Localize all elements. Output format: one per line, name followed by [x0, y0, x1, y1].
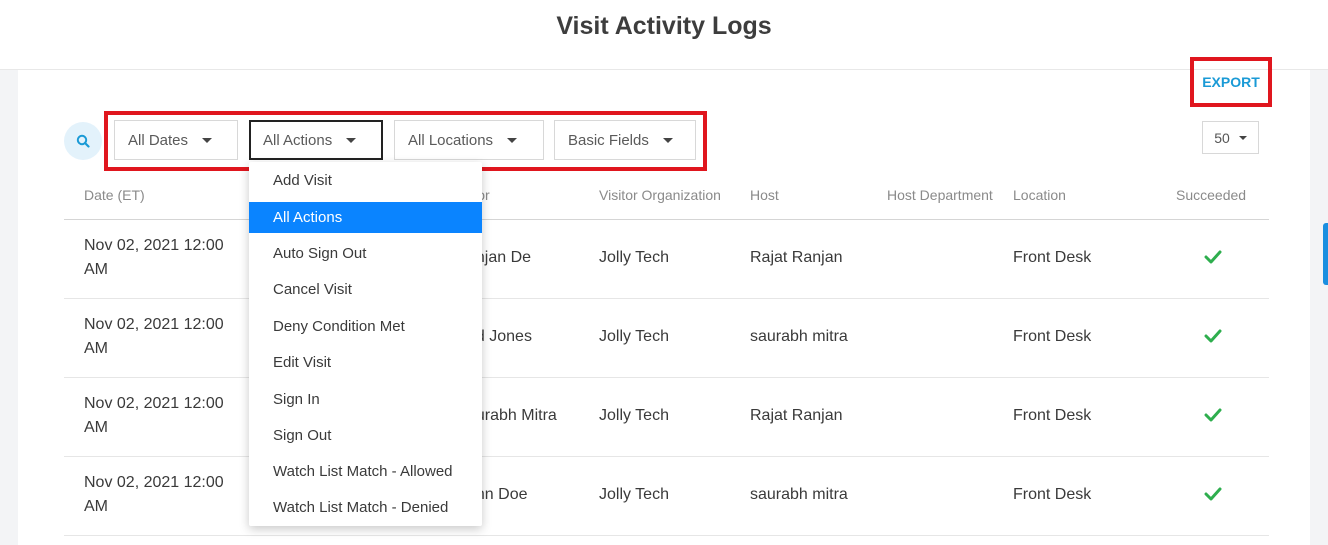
checkmark-icon — [1204, 329, 1222, 343]
menu-item-sign-out[interactable]: Sign Out — [249, 420, 482, 451]
table-row[interactable]: Nov 02, 2021 12:00 AM aurabh Mitra Jolly… — [64, 378, 1269, 457]
caret-down-icon — [202, 137, 213, 143]
org-cell: Jolly Tech — [599, 486, 669, 503]
caret-down-icon — [507, 137, 518, 143]
location-cell: Front Desk — [1013, 328, 1092, 345]
table-row[interactable]: Nov 02, 2021 12:00 AM anjan De Jolly Tec… — [64, 220, 1269, 299]
locations-filter-label: All Locations — [408, 131, 494, 149]
org-cell: Jolly Tech — [599, 249, 669, 266]
location-cell: Front Desk — [1013, 249, 1092, 266]
menu-item-all-actions[interactable]: All Actions — [249, 202, 482, 233]
header-visitor-organization[interactable]: Visitor Organization — [599, 187, 721, 203]
actions-filter[interactable]: All Actions — [249, 120, 383, 160]
table-row[interactable]: Nov 02, 2021 12:00 AM ohn Doe Jolly Tech… — [64, 457, 1269, 536]
menu-item-deny-condition-met[interactable]: Deny Condition Met — [249, 311, 482, 342]
menu-item-add-visit[interactable]: Add Visit — [249, 165, 482, 196]
host-cell: saurabh mitra — [750, 486, 848, 503]
header-host-department[interactable]: Host Department — [887, 187, 993, 203]
fields-filter-label: Basic Fields — [568, 131, 649, 149]
date-cell: Nov 02, 2021 12:00 AM — [84, 316, 224, 357]
locations-filter[interactable]: All Locations — [394, 120, 544, 160]
location-cell: Front Desk — [1013, 407, 1092, 424]
per-page-value: 50 — [1214, 129, 1230, 146]
date-cell: Nov 02, 2021 12:00 AM — [84, 474, 224, 515]
per-page-select[interactable]: 50 — [1202, 121, 1259, 154]
checkmark-icon — [1204, 408, 1222, 422]
scrollbar-handle[interactable] — [1323, 223, 1328, 285]
header-host[interactable]: Host — [750, 187, 779, 203]
actions-dropdown-menu: Add Visit All Actions Auto Sign Out Canc… — [249, 162, 482, 526]
menu-item-sign-in[interactable]: Sign In — [249, 384, 482, 415]
menu-item-cancel-visit[interactable]: Cancel Visit — [249, 274, 482, 305]
table-row[interactable]: Nov 02, 2021 12:00 AM ed Jones Jolly Tec… — [64, 299, 1269, 378]
location-cell: Front Desk — [1013, 486, 1092, 503]
menu-item-edit-visit[interactable]: Edit Visit — [249, 347, 482, 378]
dates-filter[interactable]: All Dates — [114, 120, 238, 160]
date-cell: Nov 02, 2021 12:00 AM — [84, 395, 224, 436]
host-cell: saurabh mitra — [750, 328, 848, 345]
header-date[interactable]: Date (ET) — [84, 187, 145, 203]
caret-down-icon — [1238, 135, 1247, 140]
search-icon — [76, 134, 90, 148]
caret-down-icon — [662, 137, 673, 143]
date-cell: Nov 02, 2021 12:00 AM — [84, 237, 224, 278]
fields-filter[interactable]: Basic Fields — [554, 120, 696, 160]
top-bar: Visit Activity Logs — [0, 0, 1328, 70]
host-cell: Rajat Ranjan — [750, 249, 843, 266]
org-cell: Jolly Tech — [599, 328, 669, 345]
menu-item-watch-list-allowed[interactable]: Watch List Match - Allowed — [249, 456, 482, 487]
actions-filter-label: All Actions — [263, 131, 333, 149]
checkmark-icon — [1204, 250, 1222, 264]
dates-filter-label: All Dates — [128, 131, 189, 149]
host-cell: Rajat Ranjan — [750, 407, 843, 424]
export-label: EXPORT — [1202, 74, 1260, 90]
header-succeeded[interactable]: Succeeded — [1176, 187, 1246, 203]
export-button[interactable]: EXPORT — [1190, 57, 1272, 107]
page-title: Visit Activity Logs — [556, 12, 772, 40]
header-location[interactable]: Location — [1013, 187, 1066, 203]
menu-item-watch-list-denied[interactable]: Watch List Match - Denied — [249, 492, 482, 523]
menu-item-auto-sign-out[interactable]: Auto Sign Out — [249, 238, 482, 269]
caret-down-icon — [346, 137, 357, 143]
org-cell: Jolly Tech — [599, 407, 669, 424]
search-button[interactable] — [64, 122, 102, 160]
checkmark-icon — [1204, 487, 1222, 501]
